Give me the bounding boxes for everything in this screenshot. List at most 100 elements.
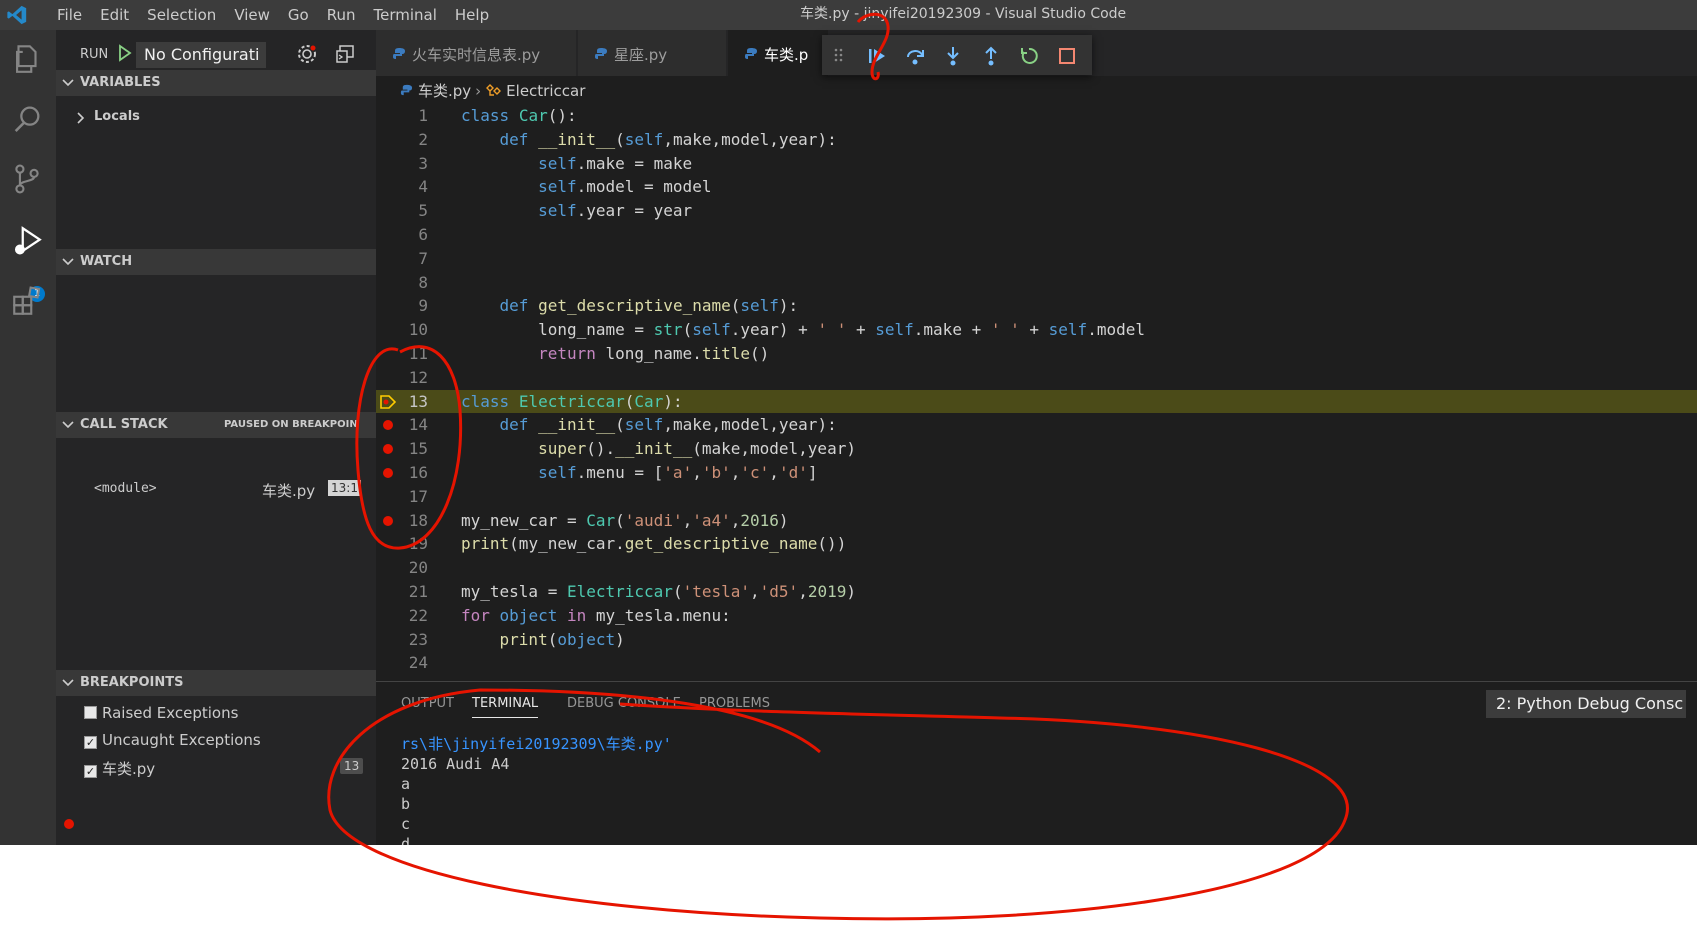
terminal-line: d [401,835,411,845]
line-number: 16 [408,462,428,482]
python-file-icon [400,84,413,96]
line-number: 6 [418,224,428,244]
line-number: 5 [418,201,428,221]
code-line[interactable]: 16 self.menu = ['a','b','c','d'] [376,461,1697,485]
code-text: super().__init__(make,model,year) [538,439,856,459]
code-line[interactable]: 21 my_tesla = Electriccar('tesla','d5',20… [376,580,1697,604]
variables-section-header[interactable]: VARIABLES [56,70,376,96]
line-number: 19 [408,534,428,554]
continue-icon[interactable] [866,45,888,67]
tab-car[interactable]: 车类.p [728,30,828,76]
panel-tab-debug-console[interactable]: DEBUG CONSOLE [567,696,681,711]
breadcrumb-file[interactable]: 车类.py [418,82,471,100]
code-line[interactable]: 12 [376,366,1697,390]
checkbox-unchecked[interactable] [84,706,97,719]
checkbox-checked[interactable]: ✓ [84,736,97,749]
tab-constellation[interactable]: 星座.py [578,30,726,76]
menu-terminal[interactable]: Terminal [365,0,446,30]
step-into-icon[interactable] [942,45,964,67]
step-over-icon[interactable] [904,45,926,67]
code-line[interactable]: 7 [376,247,1697,271]
breakpoint-uncaught-exceptions[interactable]: ✓ Uncaught Exceptions [84,731,261,749]
code-text: for object in my_tesla.menu: [461,605,731,625]
menu-go[interactable]: Go [279,0,318,30]
breakpoints-section-header[interactable]: BREAKPOINTS [56,670,376,696]
code-line[interactable]: 1 class Car(): [376,104,1697,128]
breakpoint-file[interactable]: ✓ 车类.py [84,758,155,779]
panel-tab-output[interactable]: OUTPUT [401,696,454,711]
locals-scope[interactable]: Locals [94,109,140,124]
menu-edit[interactable]: Edit [91,0,138,30]
code-text: class Electriccar(Car): [461,391,683,411]
code-line[interactable]: 8 [376,271,1697,295]
menu-run[interactable]: Run [318,0,365,30]
python-file-icon [745,48,757,59]
menu-view[interactable]: View [225,0,279,30]
code-line[interactable]: 5 self.year = year [376,199,1697,223]
code-line[interactable]: 11 return long_name.title() [376,342,1697,366]
restart-icon[interactable] [1018,45,1040,67]
code-editor[interactable]: 1 class Car(): 2 def __init__(self,make,mo… [376,104,1697,675]
settings-gear-icon[interactable] [296,43,318,65]
drag-handle-icon[interactable] [834,47,844,63]
code-line[interactable]: 15 super().__init__(make,model,year) [376,437,1697,461]
callstack-section-header[interactable]: CALL STACK PAUSED ON BREAKPOIN [56,412,376,438]
checkbox-checked[interactable]: ✓ [84,765,97,778]
tab-label: 星座.py [614,46,668,64]
watch-title: WATCH [80,254,133,269]
breakpoints-title: BREAKPOINTS [80,675,184,690]
step-out-icon[interactable] [980,45,1002,67]
stop-icon[interactable] [1056,45,1078,67]
panel-tab-terminal[interactable]: TERMINAL [472,696,539,718]
terminal-output[interactable]: rs\非\jinyifei20192309\车类.py' 2016 Audi A… [401,734,672,845]
panel-tab-problems[interactable]: PROBLEMS [699,696,770,711]
extensions-icon[interactable] [10,284,44,318]
breadcrumb-symbol[interactable]: Electriccar [506,82,585,100]
menu-selection[interactable]: Selection [138,0,225,30]
line-number: 2 [418,129,428,149]
debug-console-icon[interactable] [334,43,356,65]
code-line[interactable]: 2 def __init__(self,make,model,year): [376,128,1697,152]
start-debugging-icon[interactable] [118,44,132,62]
code-line[interactable]: 14 def __init__(self,make,model,year): [376,413,1697,437]
callstack-frame[interactable]: <module> [94,481,157,496]
terminal-line: b [401,795,411,813]
window-title: 车类.py - jinyifei20192309 - Visual Studio… [800,6,1127,22]
code-line[interactable]: 24 [376,651,1697,675]
code-text: def get_descriptive_name(self): [499,296,799,316]
menu-help[interactable]: Help [446,0,498,30]
tab-train-info[interactable]: 火车实时信息表.py [376,30,576,76]
menu-bar: File Edit Selection View Go Run Terminal… [48,0,498,30]
code-line[interactable]: 23 print(object) [376,628,1697,652]
terminal-select[interactable]: 2: Python Debug Consc [1486,690,1686,718]
source-control-icon[interactable] [10,162,44,196]
code-line[interactable]: 17 [376,485,1697,509]
code-line[interactable]: 20 [376,556,1697,580]
callstack-file: 车类.py [262,482,316,500]
code-line[interactable]: 3 self.make = make [376,152,1697,176]
python-file-icon [595,48,607,59]
code-line[interactable]: 13 class Electriccar(Car): [376,389,1697,414]
code-line[interactable]: 19 print(my_new_car.get_descriptive_name(… [376,532,1697,556]
menu-file[interactable]: File [48,0,91,30]
code-line[interactable]: 10 long_name = str(self.year) + ' ' + se… [376,318,1697,342]
breakpoint-label: Uncaught Exceptions [102,731,261,749]
terminal-line: 2016 Audi A4 [401,755,510,773]
launch-config-select[interactable]: No Configurati [136,42,266,68]
code-text: self.model = model [538,177,712,197]
chevron-right-icon[interactable] [76,112,86,124]
code-line[interactable]: 22 for object in my_tesla.menu: [376,604,1697,628]
explorer-icon[interactable] [10,42,44,76]
code-line[interactable]: 4 self.model = model [376,175,1697,199]
code-line[interactable]: 18 my_new_car = Car('audi','a4',2016) [376,509,1697,533]
terminal-line: c [401,815,411,833]
line-number: 22 [408,605,428,625]
run-debug-icon[interactable] [10,224,44,258]
breakpoint-raised-exceptions[interactable]: Raised Exceptions [84,704,238,722]
tab-label: 车类.p [764,46,809,64]
code-line[interactable]: 6 [376,223,1697,247]
code-line[interactable]: 9 def get_descriptive_name(self): [376,294,1697,318]
search-icon[interactable] [10,102,44,136]
code-text: return long_name.title() [538,343,770,363]
watch-section-header[interactable]: WATCH [56,249,376,275]
